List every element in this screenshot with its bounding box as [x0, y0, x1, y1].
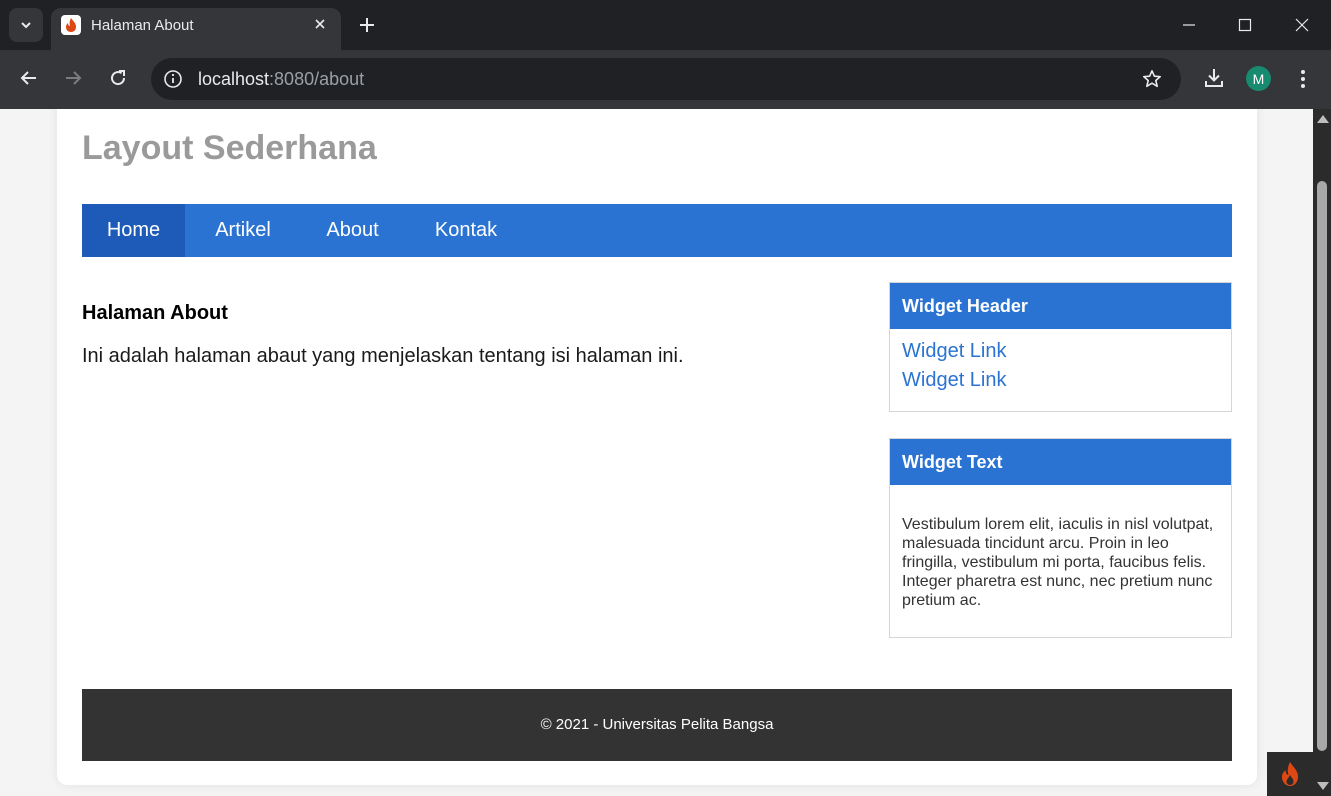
widget-link-2[interactable]: Widget Link: [890, 366, 1231, 395]
new-tab-icon[interactable]: [354, 12, 380, 38]
main-nav: Home Artikel About Kontak: [82, 204, 1232, 257]
content-paragraph: Ini adalah halaman abaut yang menjelaska…: [82, 345, 684, 367]
close-tab-icon[interactable]: [309, 13, 331, 35]
profile-avatar[interactable]: M: [1246, 66, 1271, 91]
forward-icon[interactable]: [58, 63, 88, 93]
scroll-up-arrow-icon[interactable]: [1317, 115, 1329, 123]
site-title: Layout Sederhana: [82, 129, 377, 167]
close-window-icon[interactable]: [1274, 0, 1330, 50]
page-footer: © 2021 - Universitas Pelita Bangsa: [82, 689, 1232, 761]
url-host: localhost: [198, 69, 270, 89]
tab-search-button[interactable]: [9, 8, 43, 42]
browser-toolbar: localhost:8080/about M: [0, 50, 1331, 109]
browser-tab-active[interactable]: Halaman About: [51, 8, 341, 50]
maximize-icon[interactable]: [1217, 0, 1273, 50]
nav-about[interactable]: About: [301, 204, 404, 257]
reload-icon[interactable]: [103, 63, 133, 93]
address-bar[interactable]: localhost:8080/about: [151, 58, 1181, 100]
scroll-down-arrow-icon[interactable]: [1317, 782, 1329, 790]
content-heading: Halaman About: [82, 302, 228, 324]
widget-header: Widget Header: [890, 283, 1231, 329]
widget-text-body: Vestibulum lorem elit, iaculis in nisl v…: [902, 516, 1214, 609]
page-scrollbar[interactable]: [1313, 109, 1331, 796]
site-info-icon[interactable]: [161, 67, 185, 91]
bookmark-star-icon[interactable]: [1139, 66, 1165, 92]
menu-kebab-icon[interactable]: [1292, 65, 1314, 93]
back-icon[interactable]: [14, 63, 44, 93]
page-container: Layout Sederhana Home Artikel About Kont…: [57, 109, 1257, 785]
nav-artikel[interactable]: Artikel: [185, 204, 301, 257]
widget-text-header: Widget Text: [890, 439, 1231, 485]
tab-title: Halaman About: [91, 17, 194, 34]
scroll-thumb[interactable]: [1317, 181, 1327, 751]
page-viewport: Layout Sederhana Home Artikel About Kont…: [0, 109, 1313, 796]
chevron-down-icon: [21, 22, 31, 29]
nav-kontak[interactable]: Kontak: [404, 204, 528, 257]
minimize-icon[interactable]: [1161, 0, 1217, 50]
url-text[interactable]: localhost:8080/about: [198, 69, 364, 90]
widget-text: Widget Text Vestibulum lorem elit, iacul…: [889, 438, 1232, 638]
codeigniter-debug-toolbar-button[interactable]: [1267, 752, 1313, 796]
favicon-flame-icon: [61, 15, 81, 35]
browser-tab-bar: Halaman About: [0, 0, 1331, 50]
nav-home[interactable]: Home: [82, 204, 185, 257]
url-path: :8080/about: [269, 69, 365, 89]
widget-link-1[interactable]: Widget Link: [890, 337, 1231, 366]
widget-link-list: Widget Link Widget Link: [890, 329, 1231, 395]
widget-links: Widget Header Widget Link Widget Link: [889, 282, 1232, 412]
codeigniter-flame-icon: [1282, 762, 1298, 786]
download-icon[interactable]: [1200, 64, 1228, 92]
